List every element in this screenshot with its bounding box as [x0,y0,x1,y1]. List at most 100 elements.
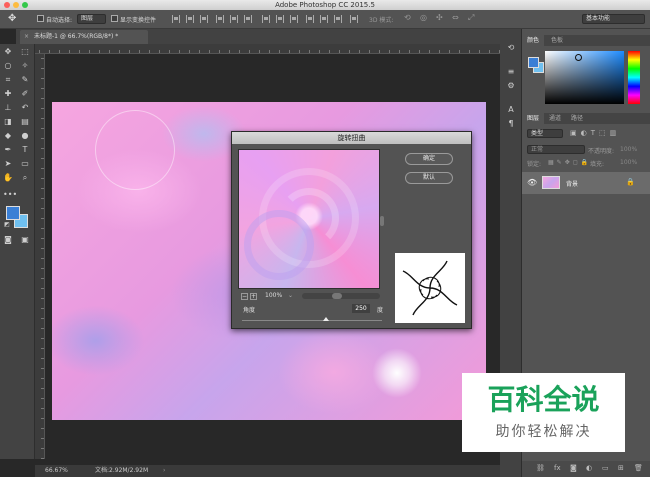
distribute-left-icon[interactable] [306,15,314,23]
zoom-tool-icon[interactable]: ⌕ [20,173,30,183]
zoom-dropdown-icon[interactable]: ⌄ [288,292,293,299]
scale-3d-icon[interactable]: ⤢ [468,13,474,23]
align-left-icon[interactable] [216,15,224,23]
layer-row-background[interactable]: 👁 背景 🔒 [522,172,650,194]
gradient-tool-icon[interactable]: ▤ [20,117,30,127]
add-mask-icon[interactable]: ◙ [570,464,577,472]
eyedropper-icon[interactable]: ✎ [20,75,30,85]
align-hcenter-icon[interactable] [230,15,238,23]
auto-select-checkbox[interactable] [37,15,44,22]
close-tab-icon[interactable]: × [24,30,29,44]
tab-swatches[interactable]: 色板 [546,35,568,46]
zoom-out-button[interactable]: − [241,293,248,300]
eraser-tool-icon[interactable]: ◨ [3,117,13,127]
panel-fg-swatch[interactable] [528,57,539,68]
dodge-tool-icon[interactable]: ● [20,131,30,141]
preview-scroll-handle[interactable] [380,216,384,226]
adjustments-panel-icon[interactable]: ≡ [506,67,516,77]
distribute-top-icon[interactable] [262,15,270,23]
distribute-bottom-icon[interactable] [290,15,298,23]
default-button[interactable]: 默认 [405,172,453,184]
shape-tool-icon[interactable]: ▭ [20,159,30,169]
auto-align-icon[interactable] [350,15,358,23]
brush-tool-icon[interactable]: ✐ [20,89,30,99]
opacity-value[interactable]: 100% [620,146,637,153]
angle-input[interactable]: 250 [352,304,370,313]
properties-panel-icon[interactable]: ⚙ [506,81,516,91]
foreground-color-swatch[interactable] [6,206,20,220]
color-picker-field[interactable] [545,51,624,104]
path-select-icon[interactable]: ➤ [3,159,13,169]
new-layer-icon[interactable]: ⊞ [618,464,624,472]
pan-3d-icon[interactable]: ✣ [436,13,443,22]
clone-stamp-icon[interactable]: ⊥ [3,103,13,113]
crop-tool-icon[interactable]: ⌗ [3,75,13,85]
zoom-in-button[interactable]: + [250,293,257,300]
ruler-tick [259,50,260,53]
slide-3d-icon[interactable]: ⇔ [452,13,459,22]
auto-select-dropdown[interactable]: 图层 [77,14,106,24]
status-zoom[interactable]: 66.67% [45,465,68,477]
blur-tool-icon[interactable]: ◆ [3,131,13,141]
tab-paths[interactable]: 路径 [566,113,588,124]
document-tab[interactable]: × 未标题-1 @ 66.7%(RGB/8*) * [20,30,148,44]
color-picker-ring[interactable] [575,54,582,61]
status-arrow-icon[interactable]: › [163,465,165,477]
layer-name[interactable]: 背景 [566,179,578,188]
link-layers-icon[interactable]: ⛓ [536,464,545,472]
healing-brush-icon[interactable]: ✚ [3,89,13,99]
screen-mode-icon[interactable]: ▣ [20,235,30,245]
zoom-window-button[interactable] [22,2,28,8]
hue-slider[interactable] [628,51,640,104]
tab-channels[interactable]: 通道 [544,113,566,124]
fx-icon[interactable]: fx [554,464,561,472]
tab-layers[interactable]: 图层 [522,113,545,124]
type-tool-icon[interactable]: T [20,145,30,155]
move-tool-icon[interactable]: ✥ [3,47,13,57]
lock-icons[interactable]: ▦✎✥◻🔒 [548,159,591,166]
blend-mode-dropdown[interactable]: 正常 [527,145,585,154]
preview-hscroll[interactable] [302,293,380,299]
lasso-tool-icon[interactable]: ○ [3,61,13,71]
marquee-tool-icon[interactable]: ⬚ [20,47,30,57]
distribute-right-icon[interactable] [334,15,342,23]
pen-tool-icon[interactable]: ✒ [3,145,13,155]
new-group-icon[interactable]: ▭ [602,464,609,472]
visibility-eye-icon[interactable]: 👁 [527,178,537,187]
tab-color[interactable]: 颜色 [522,35,545,46]
character-panel-icon[interactable]: A [506,105,516,115]
magic-wand-icon[interactable]: ✧ [20,61,30,71]
kind-filter-dropdown[interactable]: 类型 [527,129,563,138]
history-brush-icon[interactable]: ↶ [20,103,30,113]
align-vcenter-icon[interactable] [186,15,194,23]
distribute-vcenter-icon[interactable] [276,15,284,23]
canvas-glow [372,348,422,398]
filter-preview[interactable] [238,149,380,289]
paragraph-panel-icon[interactable]: ¶ [506,119,516,129]
quick-mask-icon[interactable]: ◙ [3,235,13,245]
fill-value[interactable]: 100% [620,159,637,166]
move-tool-icon[interactable]: ✥ [8,13,16,24]
align-bottom-icon[interactable] [200,15,208,23]
workspace-dropdown[interactable]: 基本功能 [582,14,645,24]
hand-tool-icon[interactable]: ✋ [3,173,13,183]
more-tools-icon[interactable]: ••• [3,190,17,200]
ok-button[interactable]: 确定 [405,153,453,165]
history-panel-icon[interactable]: ⟲ [506,43,516,53]
preview-hscroll-handle[interactable] [332,293,342,299]
layer-filter-icons[interactable]: ▣◐T⬚▥ [570,129,620,137]
minimize-window-button[interactable] [13,2,19,8]
close-window-button[interactable] [4,2,10,8]
angle-slider-track[interactable] [242,317,382,321]
align-right-icon[interactable] [244,15,252,23]
default-colors-icon[interactable]: ◩ [2,220,12,230]
rotate-3d-icon[interactable]: ⟲ [404,13,411,22]
distribute-hcenter-icon[interactable] [320,15,328,23]
horizontal-ruler [35,44,500,54]
trash-icon[interactable]: 🗑 [634,464,643,472]
angle-slider-handle[interactable] [323,317,329,321]
show-transform-checkbox[interactable] [111,15,118,22]
adjustment-layer-icon[interactable]: ◐ [586,464,592,472]
align-top-icon[interactable] [172,15,180,23]
roll-3d-icon[interactable]: ◎ [420,13,427,22]
